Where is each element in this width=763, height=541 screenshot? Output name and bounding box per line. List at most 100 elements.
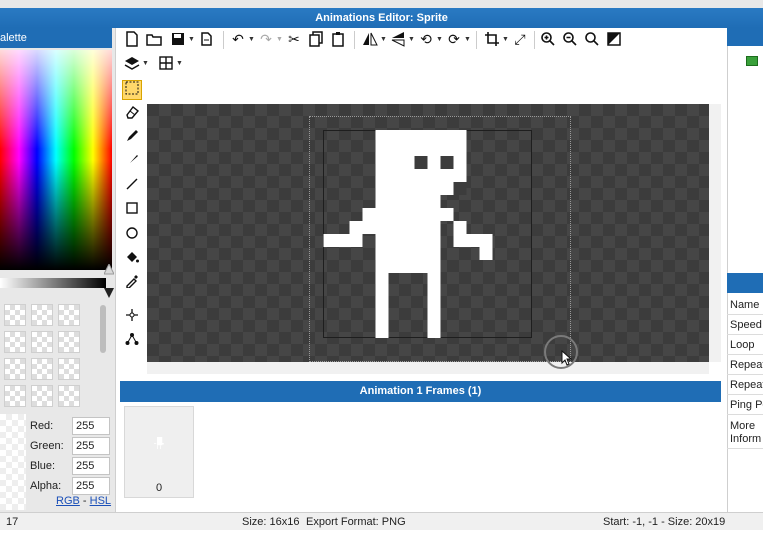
rgb-mode-link[interactable]: RGB — [56, 495, 80, 507]
fill-black-icon[interactable] — [606, 31, 622, 47]
copy-icon[interactable] — [308, 31, 324, 47]
undo-dropdown-icon[interactable]: ▼ — [248, 36, 255, 43]
slider-knob[interactable] — [103, 262, 115, 298]
lightness-slider[interactable] — [0, 278, 106, 288]
status-size: Size: 16x16 — [242, 516, 300, 528]
toolbar-separator — [534, 31, 535, 49]
crop-dropdown-icon[interactable]: ▼ — [502, 36, 509, 43]
swatch[interactable] — [31, 331, 53, 353]
status-export-format: Export Format: PNG — [306, 516, 406, 528]
swatch[interactable] — [58, 331, 80, 353]
swatch-grid — [0, 300, 100, 412]
frames-strip — [120, 402, 721, 510]
crop-icon[interactable] — [484, 31, 500, 47]
layers-icon[interactable] — [124, 55, 140, 71]
color-mode-links: RGB - HSL — [56, 495, 111, 507]
save-icon[interactable] — [170, 31, 186, 47]
prop-more-info[interactable]: More Inform — [727, 417, 763, 449]
move-anchor-icon[interactable] — [122, 308, 142, 328]
swatch[interactable] — [58, 304, 80, 326]
swatch[interactable] — [4, 331, 26, 353]
prop-ping-pong[interactable]: Ping Po — [727, 395, 763, 415]
frame-preview-figure — [154, 437, 164, 449]
redo-dropdown-icon[interactable]: ▼ — [276, 36, 283, 43]
save-dropdown-icon[interactable]: ▼ — [188, 36, 195, 43]
bottom-strip — [0, 530, 763, 541]
grid-icon[interactable] — [158, 55, 174, 71]
eraser-icon[interactable] — [122, 105, 142, 125]
flip-horizontal-icon[interactable] — [362, 31, 378, 47]
line-icon[interactable] — [122, 177, 142, 197]
flip-h-dropdown-icon[interactable]: ▼ — [380, 36, 387, 43]
open-folder-icon[interactable] — [146, 31, 162, 47]
color-spectrum[interactable] — [0, 50, 112, 270]
new-file-icon[interactable] — [124, 31, 140, 47]
flip-vertical-icon[interactable] — [390, 31, 406, 47]
prop-loop[interactable]: Loop — [727, 335, 763, 355]
swatch[interactable] — [58, 358, 80, 380]
select-rect-icon[interactable] — [122, 80, 142, 100]
swatch[interactable] — [58, 385, 80, 407]
redo-icon[interactable]: ↷ — [258, 31, 274, 47]
prop-speed[interactable]: Speed — [727, 315, 763, 335]
swatch[interactable] — [31, 358, 53, 380]
frame-index: 0 — [155, 482, 163, 494]
toolbar-separator — [354, 31, 355, 49]
pencil-icon[interactable] — [122, 129, 142, 149]
main-toolbar: ▼ ↶ ▼ ↷ ▼ ✂ ▼ ▼ ⟲ ▼ ⟳ ▼ ▼ ⤢ — [120, 31, 710, 53]
blue-label: Blue: — [30, 460, 56, 472]
mouse-pointer-icon — [561, 350, 573, 366]
canvas-horizontal-scrollbar[interactable] — [147, 362, 709, 374]
resize-icon[interactable]: ⤢ — [512, 31, 528, 47]
pivot-icon[interactable] — [122, 332, 142, 352]
green-field[interactable]: 255 — [72, 437, 110, 455]
zoom-out-icon[interactable] — [562, 31, 578, 47]
green-label: Green: — [30, 440, 64, 452]
rotate-right-icon[interactable]: ⟳ — [446, 31, 462, 47]
swatch-scrollbar[interactable] — [100, 305, 106, 353]
swatch[interactable] — [4, 385, 26, 407]
prop-repeat[interactable]: Repeat — [727, 355, 763, 375]
rotate-left-dropdown-icon[interactable]: ▼ — [436, 36, 443, 43]
flip-v-dropdown-icon[interactable]: ▼ — [408, 36, 415, 43]
status-selection: Start: -1, -1 - Size: 20x19 — [603, 516, 726, 528]
layer-color-indicator[interactable] — [746, 56, 758, 66]
swatch[interactable] — [4, 358, 26, 380]
prop-name[interactable]: Name — [727, 295, 763, 315]
swatch[interactable] — [31, 385, 53, 407]
alpha-field[interactable]: 255 — [72, 477, 110, 495]
swatch[interactable] — [31, 304, 53, 326]
cut-icon[interactable]: ✂ — [286, 31, 302, 47]
toolbar-separator — [476, 31, 477, 49]
undo-icon[interactable]: ↶ — [230, 31, 246, 47]
grid-dropdown-icon[interactable]: ▼ — [176, 60, 183, 67]
zoom-in-icon[interactable] — [540, 31, 556, 47]
canvas-vertical-scrollbar[interactable] — [709, 104, 721, 362]
paste-icon[interactable] — [330, 31, 346, 47]
eyedropper-icon[interactable] — [122, 274, 142, 294]
ellipse-icon[interactable] — [122, 226, 142, 246]
red-field[interactable]: 255 — [72, 417, 110, 435]
red-label: Red: — [30, 420, 54, 432]
brush-icon[interactable] — [122, 153, 142, 173]
secondary-toolbar: ▼ ▼ — [120, 55, 200, 77]
status-bar: 17 Size: 16x16 Export Format: PNG Start:… — [0, 512, 763, 530]
layers-dropdown-icon[interactable]: ▼ — [142, 60, 149, 67]
color-preview — [0, 414, 26, 510]
status-left: 17 — [6, 516, 19, 528]
rotate-right-dropdown-icon[interactable]: ▼ — [464, 36, 471, 43]
prop-repeat-2[interactable]: Repeat — [727, 375, 763, 395]
fill-bucket-icon[interactable] — [122, 250, 142, 270]
palette-header: alette — [0, 28, 112, 48]
animation-properties-header — [727, 273, 763, 293]
blue-field[interactable]: 255 — [72, 457, 110, 475]
export-icon[interactable] — [198, 31, 214, 47]
zoom-reset-icon[interactable] — [584, 31, 600, 47]
hsl-mode-link[interactable]: HSL — [90, 495, 111, 507]
rectangle-icon[interactable] — [122, 201, 142, 221]
toolbar-separator — [223, 31, 224, 49]
sprite-figure — [323, 130, 493, 338]
frames-header: Animation 1 Frames (1) — [120, 381, 721, 402]
rotate-left-icon[interactable]: ⟲ — [418, 31, 434, 47]
swatch[interactable] — [4, 304, 26, 326]
